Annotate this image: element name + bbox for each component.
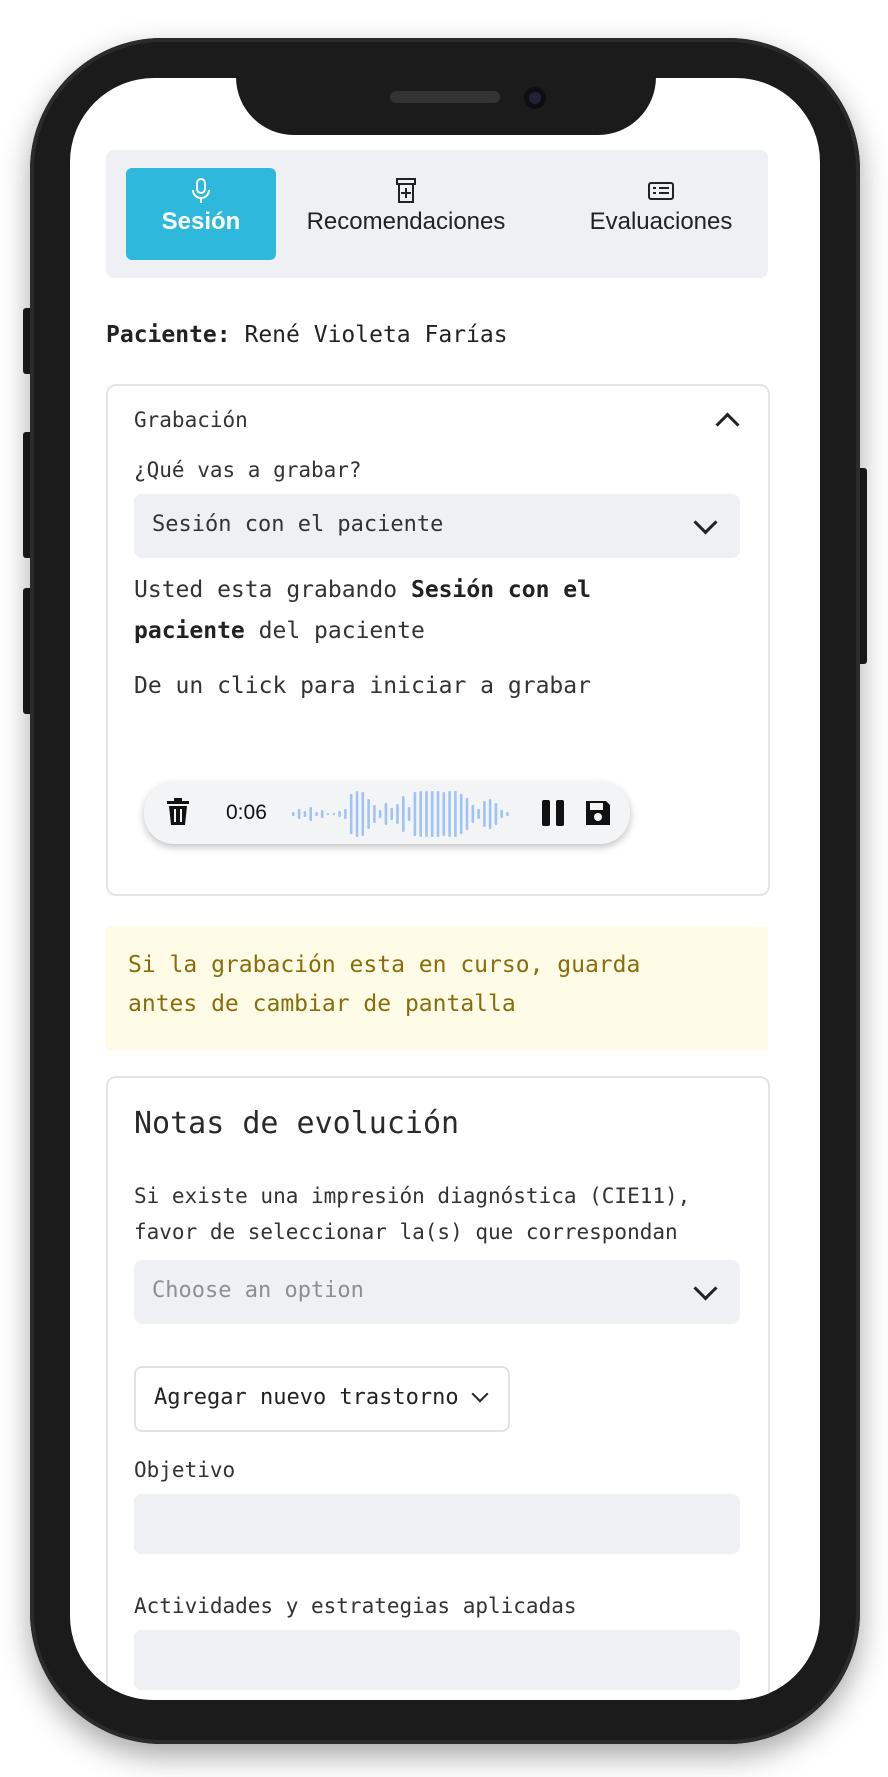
warning-text: Si la grabación esta en curso, guarda an… — [128, 952, 641, 1017]
waveform-bar — [488, 799, 492, 829]
recording-section-title: Grabación — [134, 408, 248, 432]
waveform-bar — [500, 810, 503, 818]
recording-card: Grabación ¿Qué vas a grabar? Sesión con … — [106, 384, 770, 896]
chevron-up-icon[interactable] — [715, 412, 740, 437]
chevron-down-icon — [693, 1276, 718, 1301]
warning-alert: Si la grabación esta en curso, guarda an… — [106, 926, 768, 1050]
waveform-bar — [396, 804, 399, 824]
chevron-down-icon — [693, 510, 718, 535]
diagnosis-placeholder: Choose an option — [152, 1278, 364, 1303]
front-camera — [524, 87, 546, 109]
add-disorder-label: Agregar nuevo trastorno — [154, 1385, 459, 1410]
waveform-bar — [477, 809, 480, 819]
waveform-bar — [402, 796, 405, 832]
waveform-bar — [413, 792, 417, 836]
waveform-bar — [373, 805, 376, 823]
waveform-bar — [483, 801, 486, 827]
notes-description: Si existe una impresión diagnóstica (CIE… — [134, 1184, 691, 1244]
id-card-icon — [648, 182, 674, 200]
waveform-bar — [454, 791, 457, 837]
patient-name: René Violeta Farías — [244, 322, 508, 348]
waveform-bar — [361, 792, 365, 836]
tab-label: Sesión — [161, 208, 241, 235]
trash-icon[interactable] — [166, 798, 190, 826]
notes-title: Notas de evolución — [134, 1106, 460, 1141]
record-type-value: Sesión con el paciente — [152, 512, 444, 537]
waveform-bar — [494, 803, 498, 825]
add-disorder-button[interactable]: Agregar nuevo trastorno — [134, 1366, 510, 1432]
waveform-bar — [378, 810, 382, 818]
waveform-bar — [332, 813, 336, 815]
save-icon[interactable] — [584, 799, 612, 827]
waveform-bar — [436, 791, 440, 837]
prescription-bottle-icon — [396, 178, 416, 203]
waveform-bar — [338, 811, 341, 817]
waveform — [292, 791, 509, 837]
waveform-bar — [320, 810, 324, 818]
tab-evaluaciones[interactable]: Evaluaciones — [576, 168, 746, 260]
tab-bar: Sesión Recomendaciones Evaluaciones — [106, 150, 768, 278]
waveform-bar — [367, 799, 370, 829]
notes-card: Notas de evolución Si existe una impresi… — [106, 1076, 770, 1700]
app-screen: Sesión Recomendaciones Evaluaciones Paci — [70, 78, 820, 1700]
chevron-down-icon — [471, 1385, 489, 1403]
tab-label: Evaluaciones — [589, 208, 733, 235]
waveform-bar — [471, 805, 475, 823]
diagnosis-select[interactable]: Choose an option — [134, 1260, 740, 1324]
recording-status-text: Usted esta grabando Sesión con el pacien… — [134, 577, 591, 644]
activities-textarea[interactable] — [134, 1630, 740, 1690]
waveform-bar — [425, 791, 428, 837]
waveform-bar — [407, 807, 411, 821]
waveform-bar — [315, 812, 318, 816]
waveform-bar — [506, 812, 509, 816]
patient-info: Paciente: René Violeta Farías — [106, 322, 508, 348]
tab-label: Recomendaciones — [306, 208, 506, 235]
waveform-bar — [344, 809, 347, 819]
tab-sesion[interactable]: Sesión — [126, 168, 276, 260]
waveform-bar — [390, 808, 393, 820]
waveform-bar — [355, 791, 359, 837]
audio-recorder: 0:06 — [144, 782, 630, 844]
waveform-bar — [309, 807, 312, 821]
waveform-bar — [384, 803, 388, 825]
record-question-label: ¿Qué vas a grabar? — [134, 458, 362, 482]
waveform-bar — [349, 794, 353, 834]
waveform-bar — [292, 812, 295, 816]
waveform-bar — [448, 791, 451, 837]
recording-hint: De un click para iniciar a grabar — [134, 673, 591, 699]
phone-notch — [236, 77, 656, 135]
objective-label: Objetivo — [134, 1458, 236, 1482]
tab-recomendaciones[interactable]: Recomendaciones — [296, 168, 516, 260]
waveform-bar — [419, 791, 422, 837]
speaker-grille — [390, 91, 500, 103]
activities-label: Actividades y estrategias aplicadas — [134, 1594, 577, 1618]
waveform-bar — [326, 813, 330, 815]
patient-label: Paciente: — [106, 322, 231, 348]
waveform-bar — [442, 792, 446, 836]
waveform-bar — [430, 791, 434, 837]
waveform-bar — [297, 809, 301, 819]
record-type-select[interactable]: Sesión con el paciente — [134, 494, 740, 558]
pause-icon[interactable] — [542, 800, 566, 826]
microphone-icon — [192, 178, 210, 203]
recording-timer: 0:06 — [226, 801, 267, 824]
waveform-bar — [303, 811, 307, 817]
waveform-bar — [465, 798, 469, 830]
objective-textarea[interactable] — [134, 1494, 740, 1554]
waveform-bar — [459, 794, 463, 834]
